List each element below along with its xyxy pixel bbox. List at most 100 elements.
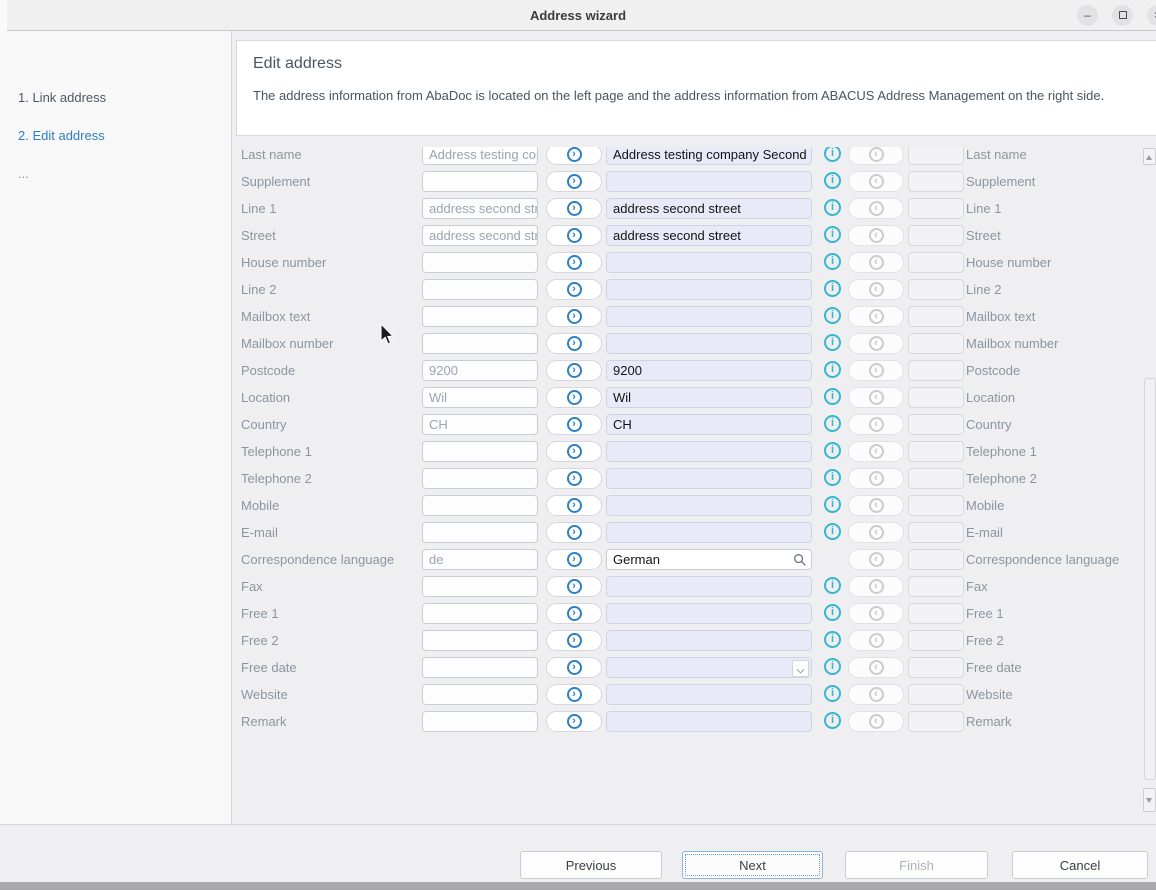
copy-right-button[interactable]: › <box>546 147 602 165</box>
abadoc-value-field[interactable]: CH <box>422 414 538 435</box>
copy-right-button[interactable]: › <box>546 711 602 732</box>
abadoc-value-field[interactable]: address second street <box>422 225 538 246</box>
info-icon[interactable]: i <box>824 361 841 378</box>
abacus-value-field[interactable] <box>606 171 812 192</box>
copy-right-button[interactable]: › <box>546 576 602 597</box>
date-dropdown-button[interactable] <box>792 660 809 677</box>
close-button[interactable]: × <box>1147 5 1156 26</box>
abacus-value-field[interactable]: German <box>606 549 812 570</box>
abadoc-value-field[interactable] <box>422 603 538 624</box>
info-icon[interactable]: i <box>824 658 841 675</box>
abadoc-value-field[interactable]: Wil <box>422 387 538 408</box>
abacus-value-field[interactable] <box>606 684 812 705</box>
info-icon[interactable]: i <box>824 631 841 648</box>
abadoc-value-field[interactable] <box>422 576 538 597</box>
abadoc-value-field[interactable]: 9200 <box>422 360 538 381</box>
abadoc-value-field[interactable] <box>422 171 538 192</box>
info-icon[interactable]: i <box>824 226 841 243</box>
info-icon[interactable]: i <box>824 147 841 162</box>
abadoc-value-field[interactable]: address second street <box>422 198 538 219</box>
copy-right-button[interactable]: › <box>546 549 602 570</box>
abadoc-value-field[interactable] <box>422 630 538 651</box>
abadoc-value-field[interactable] <box>422 279 538 300</box>
info-icon[interactable]: i <box>824 253 841 270</box>
copy-right-button[interactable]: › <box>546 468 602 489</box>
abacus-value-field[interactable]: Wil <box>606 387 812 408</box>
abacus-value-field[interactable]: address second street <box>606 198 812 219</box>
sidebar-item-edit-address[interactable]: 2. Edit address <box>18 128 105 143</box>
info-icon[interactable]: i <box>824 280 841 297</box>
abadoc-value-field[interactable] <box>422 252 538 273</box>
abacus-value-field[interactable] <box>606 630 812 651</box>
abadoc-value-field[interactable] <box>422 306 538 327</box>
minimize-button[interactable]: – <box>1077 5 1098 26</box>
abacus-value-field[interactable] <box>606 279 812 300</box>
copy-right-button[interactable]: › <box>546 657 602 678</box>
info-icon[interactable]: i <box>824 388 841 405</box>
copy-right-button[interactable]: › <box>546 279 602 300</box>
info-icon[interactable]: i <box>824 712 841 729</box>
copy-right-button[interactable]: › <box>546 171 602 192</box>
next-button[interactable]: Next <box>682 851 823 879</box>
abadoc-value-field[interactable] <box>422 333 538 354</box>
abacus-value-field[interactable] <box>606 252 812 273</box>
info-icon[interactable]: i <box>824 685 841 702</box>
copy-right-button[interactable]: › <box>546 603 602 624</box>
abadoc-value-field[interactable] <box>422 441 538 462</box>
info-icon[interactable]: i <box>824 172 841 189</box>
copy-right-button[interactable]: › <box>546 684 602 705</box>
copy-right-button[interactable]: › <box>546 360 602 381</box>
info-icon[interactable]: i <box>824 307 841 324</box>
abacus-value-field[interactable] <box>606 441 812 462</box>
info-icon[interactable]: i <box>824 523 841 540</box>
abadoc-value-field[interactable] <box>422 657 538 678</box>
abacus-value-field[interactable]: 9200 <box>606 360 812 381</box>
search-icon[interactable] <box>793 553 807 567</box>
copy-right-button[interactable]: › <box>546 495 602 516</box>
info-icon[interactable]: i <box>824 199 841 216</box>
abacus-value-field[interactable]: address second street <box>606 225 812 246</box>
copy-right-button[interactable]: › <box>546 414 602 435</box>
copy-right-button[interactable]: › <box>546 441 602 462</box>
info-icon[interactable]: i <box>824 496 841 513</box>
copy-right-button[interactable]: › <box>546 306 602 327</box>
info-icon[interactable]: i <box>824 469 841 486</box>
copy-right-button[interactable]: › <box>546 630 602 651</box>
abacus-value-field[interactable] <box>606 468 812 489</box>
abadoc-value-field[interactable] <box>422 684 538 705</box>
copy-right-button[interactable]: › <box>546 387 602 408</box>
scrollbar-down-button[interactable] <box>1143 788 1156 812</box>
abacus-value-field[interactable] <box>606 495 812 516</box>
scrollbar-thumb[interactable] <box>1144 378 1156 780</box>
abadoc-value-field[interactable] <box>422 522 538 543</box>
abacus-value-field[interactable] <box>606 711 812 732</box>
abacus-value-field[interactable] <box>606 603 812 624</box>
scrollbar-up-button[interactable] <box>1143 148 1156 165</box>
copy-right-button[interactable]: › <box>546 333 602 354</box>
copy-right-button[interactable]: › <box>546 522 602 543</box>
abacus-value-field[interactable] <box>606 522 812 543</box>
abadoc-value-field[interactable]: Address testing company Second <box>422 147 538 165</box>
abacus-value-field[interactable] <box>606 333 812 354</box>
abadoc-value-field[interactable] <box>422 468 538 489</box>
abacus-value-field[interactable] <box>606 657 812 678</box>
copy-right-button[interactable]: › <box>546 225 602 246</box>
info-icon[interactable]: i <box>824 415 841 432</box>
copy-right-button[interactable]: › <box>546 198 602 219</box>
abacus-value-field[interactable]: Address testing company Second <box>606 147 812 165</box>
info-icon[interactable]: i <box>824 577 841 594</box>
info-icon[interactable]: i <box>824 442 841 459</box>
info-icon[interactable]: i <box>824 334 841 351</box>
abadoc-value-field[interactable] <box>422 711 538 732</box>
previous-button[interactable]: Previous <box>520 851 662 879</box>
copy-right-button[interactable]: › <box>546 252 602 273</box>
sidebar-item-link-address[interactable]: 1. Link address <box>18 90 106 105</box>
abacus-value-field[interactable]: CH <box>606 414 812 435</box>
abacus-value-field[interactable] <box>606 576 812 597</box>
abacus-value-field[interactable] <box>606 306 812 327</box>
abadoc-value-field[interactable] <box>422 495 538 516</box>
maximize-button[interactable] <box>1112 5 1133 26</box>
cancel-button[interactable]: Cancel <box>1012 851 1148 879</box>
abadoc-value-field[interactable]: de <box>422 549 538 570</box>
info-icon[interactable]: i <box>824 604 841 621</box>
